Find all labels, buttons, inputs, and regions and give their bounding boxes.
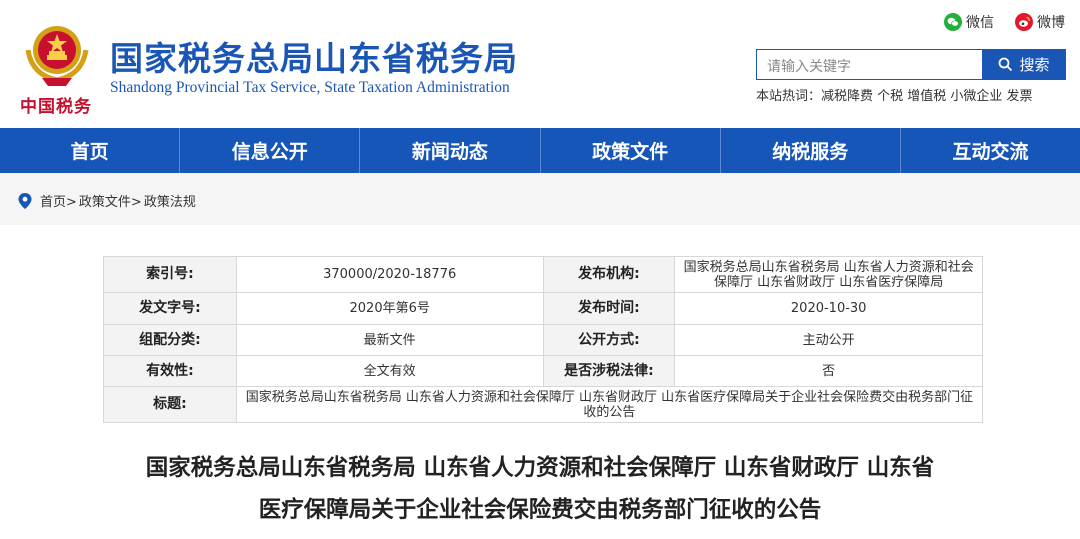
- issuer-label: 发布机构:: [542, 256, 676, 293]
- search-input[interactable]: 请输入关键字: [756, 49, 982, 80]
- category-label: 组配分类:: [103, 324, 237, 356]
- nav-item-policy[interactable]: 政策文件: [541, 128, 721, 173]
- national-emblem-icon[interactable]: [18, 20, 96, 88]
- emblem-caption: 中国税务: [20, 97, 92, 117]
- title-value: 国家税务总局山东省税务局 山东省人力资源和社会保障厅 山东省财政厅 山东省医疗保…: [235, 386, 984, 423]
- weibo-link[interactable]: 微博: [1015, 12, 1065, 32]
- tax-law-value: 否: [674, 355, 983, 387]
- index-no-label: 索引号:: [103, 256, 237, 293]
- site-header: 中国税务 国家税务总局山东省税务局 Shandong Provincial Ta…: [0, 0, 1080, 128]
- table-row: 索引号: 370000/2020-18776 发布机构: 国家税务总局山东省税务…: [103, 256, 983, 293]
- table-row: 标题: 国家税务总局山东省税务局 山东省人力资源和社会保障厅 山东省财政厅 山东…: [103, 386, 984, 423]
- table-row: 发文字号: 2020年第6号 发布时间: 2020-10-30: [103, 292, 983, 325]
- index-no-value: 370000/2020-18776: [235, 256, 544, 293]
- table-row: 组配分类: 最新文件 公开方式: 主动公开: [103, 324, 983, 356]
- weibo-label: 微博: [1037, 15, 1065, 31]
- wechat-link[interactable]: 微信: [944, 12, 994, 32]
- validity-value: 全文有效: [235, 355, 544, 387]
- validity-label: 有效性:: [103, 355, 237, 387]
- site-subtitle: Shandong Provincial Tax Service, State T…: [110, 79, 510, 96]
- search-button-label: 搜索: [1019, 56, 1050, 74]
- hot-keywords[interactable]: 本站热词：减税降费 个税 增值税 小微企业 发票: [756, 85, 1033, 104]
- publish-time-label: 发布时间:: [542, 292, 676, 325]
- search-button[interactable]: 搜索: [982, 49, 1066, 80]
- table-row: 有效性: 全文有效 是否涉税法律: 否: [103, 355, 983, 387]
- article-title-line-2: 医疗保障局关于企业社会保险费交由税务部门征收的公告: [258, 497, 822, 523]
- disclosure-value: 主动公开: [674, 324, 983, 356]
- article-title-line-1: 国家税务总局山东省税务局 山东省人力资源和社会保障厅 山东省财政厅 山东省: [145, 455, 935, 481]
- nav-item-info-disclosure[interactable]: 信息公开: [180, 128, 361, 173]
- doc-no-label: 发文字号:: [103, 292, 237, 325]
- breadcrumb: 首页> 政策文件> 政策法规: [18, 191, 198, 210]
- main-nav: 首页 信息公开 新闻动态 政策文件 纳税服务 互动交流: [0, 128, 1080, 173]
- breadcrumb-policy[interactable]: 政策文件>: [79, 191, 142, 210]
- nav-item-tax-service[interactable]: 纳税服务: [721, 128, 901, 173]
- doc-no-value: 2020年第6号: [235, 292, 544, 325]
- issuer-value: 国家税务总局山东省税务局 山东省人力资源和社会保障厅 山东省财政厅 山东省医疗保…: [674, 256, 983, 293]
- site-title[interactable]: 国家税务总局山东省税务局: [110, 32, 518, 80]
- disclosure-label: 公开方式:: [542, 324, 676, 356]
- weibo-icon: [1015, 13, 1033, 31]
- breadcrumb-home[interactable]: 首页>: [40, 191, 77, 210]
- publish-time-value: 2020-10-30: [674, 292, 983, 325]
- breadcrumb-bar: 首页> 政策文件> 政策法规: [0, 173, 1080, 225]
- nav-item-home[interactable]: 首页: [0, 128, 181, 173]
- nav-item-interaction[interactable]: 互动交流: [901, 128, 1080, 173]
- breadcrumb-regulations[interactable]: 政策法规: [144, 191, 196, 210]
- location-pin-icon: [18, 192, 32, 209]
- category-value: 最新文件: [235, 324, 544, 356]
- search-icon: [999, 57, 1013, 72]
- title-label: 标题:: [103, 386, 237, 423]
- nav-item-news[interactable]: 新闻动态: [360, 128, 541, 173]
- wechat-label: 微信: [966, 15, 994, 31]
- article-title: 国家税务总局山东省税务局 山东省人力资源和社会保障厅 山东省财政厅 山东省 医疗…: [60, 447, 1020, 531]
- wechat-icon: [944, 13, 962, 31]
- tax-law-label: 是否涉税法律:: [542, 355, 676, 387]
- document-meta-table: 索引号: 370000/2020-18776 发布机构: 国家税务总局山东省税务…: [103, 256, 984, 423]
